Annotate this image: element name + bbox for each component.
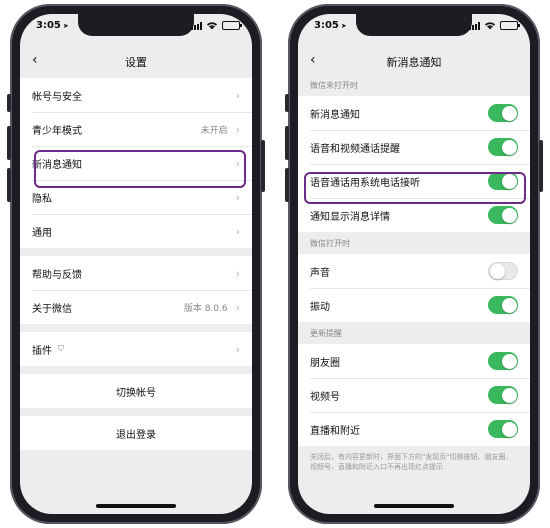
silent-switch [7, 94, 11, 112]
settings-item-general[interactable]: 通用 › [20, 214, 252, 248]
settings-item-teen-mode[interactable]: 青少年模式 未开启 › [20, 112, 252, 146]
settings-item-value: 未开启 [200, 125, 228, 136]
toggle-row-vibration: 振动 [298, 288, 530, 322]
toggle-switch[interactable] [488, 386, 518, 404]
toggle-row-live-nearby: 直播和附近 [298, 412, 530, 446]
toggle-label: 声音 [310, 267, 330, 279]
status-time: 3:05 [36, 20, 61, 31]
section-header: 微信打开时 [310, 238, 350, 248]
footnote-text: 关闭后，有内容更新时，界面下方的"发现页"切换按钮、朋友圈、视频号、直播和附近入… [310, 453, 513, 471]
settings-item-help-feedback[interactable]: 帮助与反馈 › [20, 256, 252, 290]
settings-list: 帐号与安全 › 青少年模式 未开启 › 新消息通知 › 隐私 › 通用 › 帮助… [20, 78, 252, 450]
location-arrow-icon: ➤ [340, 22, 347, 30]
logout-label: 退出登录 [116, 429, 156, 441]
volume-down-button [7, 168, 11, 202]
cellular-signal-icon [191, 21, 202, 30]
toggle-switch[interactable] [488, 206, 518, 224]
chevron-right-icon: › [235, 88, 240, 102]
settings-item-label: 关于微信 [32, 303, 72, 315]
settings-item-label: 隐私 [32, 193, 52, 205]
left-phone-frame: 3:05 ➤ ‹ 设置 帐号与安全 › 青少年模式 未开启 › 新消息通知 › … [7, 4, 265, 524]
location-arrow-icon: ➤ [62, 22, 69, 30]
toggle-row-system-call-answer: 语音通话用系统电话接听 [298, 164, 530, 198]
volume-down-button [285, 168, 289, 202]
toggle-label: 通知显示消息详情 [310, 211, 390, 223]
toggle-switch[interactable] [488, 138, 518, 156]
power-button [261, 140, 265, 192]
settings-item-label: 青少年模式 [32, 125, 82, 137]
shield-icon: ⛉ [58, 344, 64, 353]
toggle-label: 朋友圈 [310, 357, 340, 369]
wifi-icon [485, 22, 495, 30]
status-bar: 3:05 ➤ [20, 20, 252, 36]
back-arrow-icon[interactable]: ‹ [32, 52, 38, 68]
home-indicator [374, 504, 454, 508]
settings-item-label: 帮助与反馈 [32, 269, 82, 281]
notification-settings-list: 微信未打开时 新消息通知 语音和视频通话提醒 语音通话用系统电话接听 通知显示消… [298, 74, 530, 478]
settings-item-about[interactable]: 关于微信 版本 8.0.6 › [20, 290, 252, 324]
settings-screen: 3:05 ➤ ‹ 设置 帐号与安全 › 青少年模式 未开启 › 新消息通知 › … [20, 14, 252, 514]
toggle-row-new-message: 新消息通知 [298, 96, 530, 130]
toggle-switch[interactable] [488, 172, 518, 190]
volume-up-button [285, 126, 289, 160]
toggle-label: 视频号 [310, 391, 340, 403]
toggle-label: 直播和附近 [310, 425, 360, 437]
toggle-label: 语音和视频通话提醒 [310, 143, 400, 155]
status-bar: 3:05 ➤ [298, 20, 530, 36]
toggle-label: 振动 [310, 301, 330, 313]
battery-icon [222, 21, 242, 30]
chevron-right-icon: › [235, 190, 240, 204]
toggle-row-moments: 朋友圈 [298, 344, 530, 378]
volume-up-button [7, 126, 11, 160]
toggle-label: 语音通话用系统电话接听 [310, 177, 420, 189]
switch-account-label: 切换帐号 [116, 387, 156, 399]
toggle-switch[interactable] [488, 104, 518, 122]
section-header: 更新提醒 [310, 328, 342, 338]
toggle-switch[interactable] [488, 262, 518, 280]
settings-item-new-message-notifications[interactable]: 新消息通知 › [20, 146, 252, 180]
chevron-right-icon: › [235, 342, 240, 356]
toggle-row-channels: 视频号 [298, 378, 530, 412]
toggle-label: 新消息通知 [310, 109, 360, 121]
toggle-row-sound: 声音 [298, 254, 530, 288]
cellular-signal-icon [469, 21, 480, 30]
toggle-row-voice-video-call: 语音和视频通话提醒 [298, 130, 530, 164]
right-phone-frame: 3:05 ➤ ‹ 新消息通知 微信未打开时 新消息通知 语音和视频通话提醒 语音通… [285, 4, 543, 524]
wifi-icon [207, 22, 217, 30]
settings-item-label: 新消息通知 [32, 159, 82, 171]
power-button [539, 140, 543, 192]
chevron-right-icon: › [235, 122, 240, 136]
settings-item-value: 版本 8.0.6 [183, 303, 228, 314]
chevron-right-icon: › [235, 156, 240, 170]
navigation-bar: ‹ 设置 [20, 52, 252, 78]
settings-item-privacy[interactable]: 隐私 › [20, 180, 252, 214]
switch-account-button[interactable]: 切换帐号 [20, 374, 252, 408]
toggle-switch[interactable] [488, 296, 518, 314]
toggle-row-show-details: 通知显示消息详情 [298, 198, 530, 232]
status-time: 3:05 [314, 20, 339, 31]
home-indicator [96, 504, 176, 508]
settings-item-plugins[interactable]: 插件 ⛉ › [20, 332, 252, 366]
settings-item-label: 通用 [32, 227, 52, 239]
settings-item-label: 帐号与安全 [32, 91, 82, 103]
settings-item-account-security[interactable]: 帐号与安全 › [20, 78, 252, 112]
silent-switch [285, 94, 289, 112]
battery-icon [500, 21, 520, 30]
settings-item-label: 插件 [32, 345, 52, 357]
chevron-right-icon: › [235, 266, 240, 280]
toggle-switch[interactable] [488, 420, 518, 438]
page-title: 新消息通知 [386, 56, 442, 69]
chevron-right-icon: › [235, 224, 240, 238]
section-header: 微信未打开时 [310, 80, 358, 90]
notifications-screen: 3:05 ➤ ‹ 新消息通知 微信未打开时 新消息通知 语音和视频通话提醒 语音通… [298, 14, 530, 514]
logout-button[interactable]: 退出登录 [20, 416, 252, 450]
back-arrow-icon[interactable]: ‹ [310, 52, 316, 68]
chevron-right-icon: › [235, 300, 240, 314]
toggle-switch[interactable] [488, 352, 518, 370]
page-title: 设置 [125, 56, 147, 69]
